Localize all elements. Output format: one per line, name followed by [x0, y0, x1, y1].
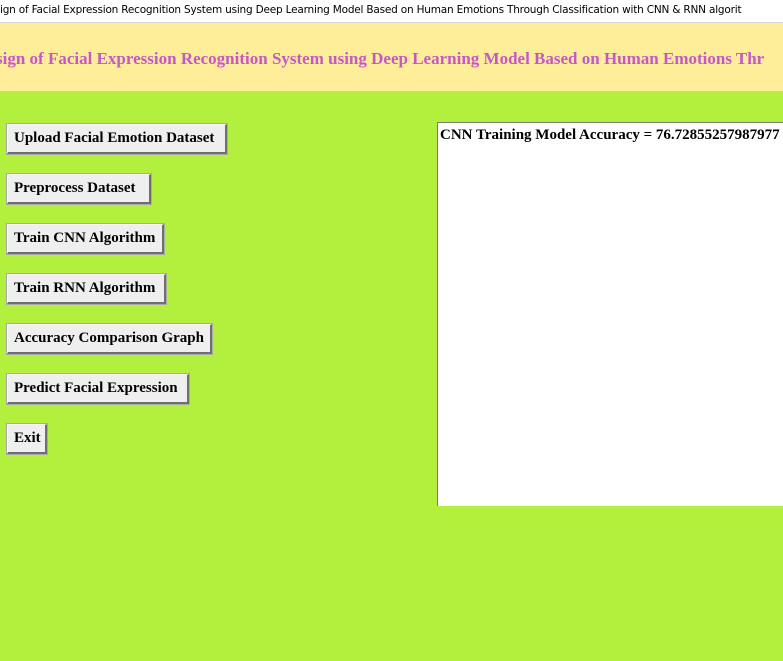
app-heading: sign of Facial Expression Recognition Sy…: [0, 49, 765, 68]
exit-button[interactable]: Exit: [7, 424, 47, 454]
output-text-area[interactable]: CNN Training Model Accuracy = 76.7285525…: [437, 122, 783, 506]
window-title-bar: ign of Facial Expression Recognition Sys…: [0, 0, 783, 23]
upload-dataset-button[interactable]: Upload Facial Emotion Dataset: [7, 124, 227, 154]
accuracy-comparison-graph-button[interactable]: Accuracy Comparison Graph: [7, 324, 212, 354]
output-text: CNN Training Model Accuracy = 76.7285525…: [440, 127, 780, 143]
predict-facial-expression-button[interactable]: Predict Facial Expression: [7, 374, 189, 404]
window-title: ign of Facial Expression Recognition Sys…: [0, 4, 742, 16]
train-cnn-button[interactable]: Train CNN Algorithm: [7, 224, 164, 254]
train-rnn-button[interactable]: Train RNN Algorithm: [7, 274, 166, 304]
header-banner: sign of Facial Expression Recognition Sy…: [0, 23, 783, 91]
application-window: ign of Facial Expression Recognition Sys…: [0, 0, 783, 661]
preprocess-dataset-button[interactable]: Preprocess Dataset: [7, 174, 151, 204]
